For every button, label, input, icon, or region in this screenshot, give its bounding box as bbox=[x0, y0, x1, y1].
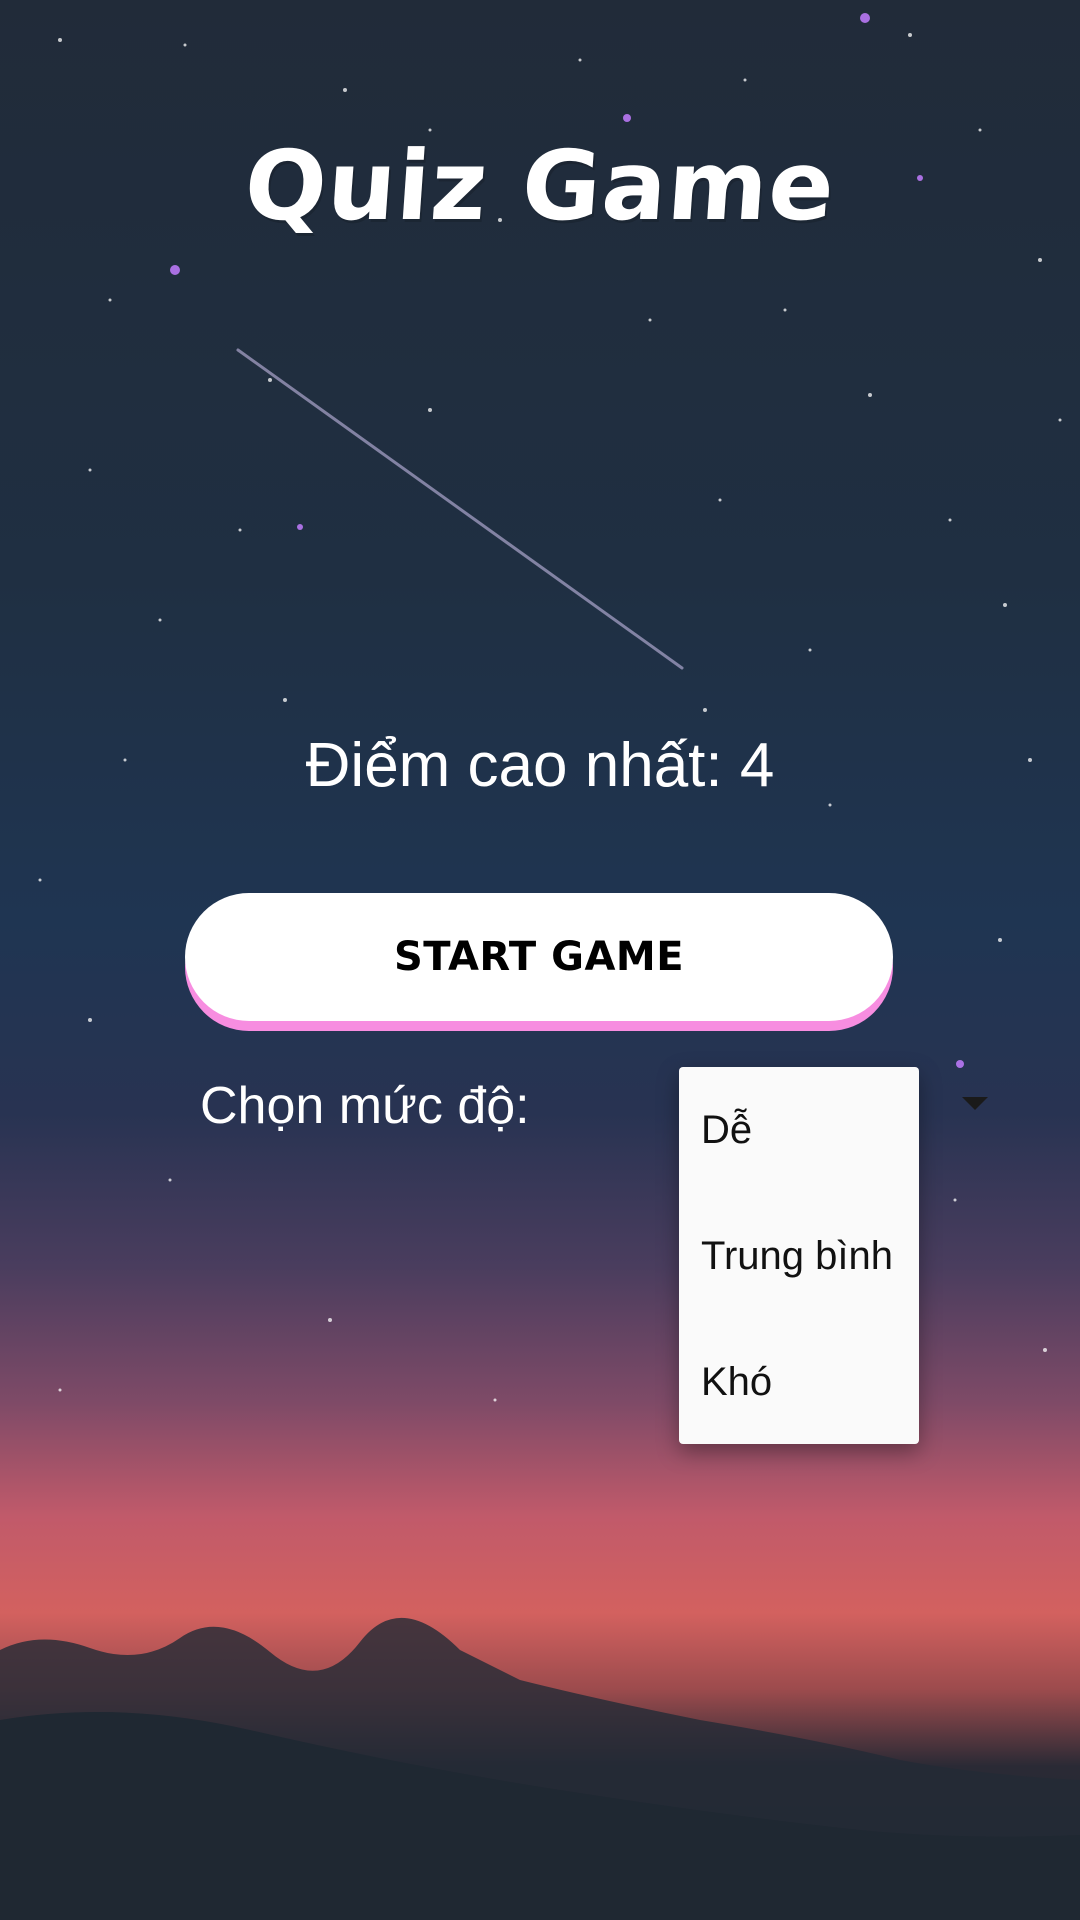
start-game-button[interactable]: START GAME bbox=[185, 893, 893, 1021]
level-option-medium[interactable]: Trung bình bbox=[679, 1193, 919, 1319]
dropdown-arrow-icon[interactable] bbox=[962, 1097, 988, 1110]
level-option-hard[interactable]: Khó bbox=[679, 1319, 919, 1445]
high-score-text: Điểm cao nhất: 4 bbox=[305, 731, 775, 800]
level-label: Chọn mức độ: bbox=[200, 1077, 530, 1135]
app-title: Quiz Game bbox=[241, 130, 839, 242]
level-dropdown-menu: Dễ Trung bình Khó bbox=[679, 1067, 919, 1444]
start-game-label: START GAME bbox=[393, 934, 685, 980]
level-option-easy[interactable]: Dễ bbox=[679, 1067, 919, 1193]
horizon-silhouette bbox=[0, 1617, 1080, 1920]
